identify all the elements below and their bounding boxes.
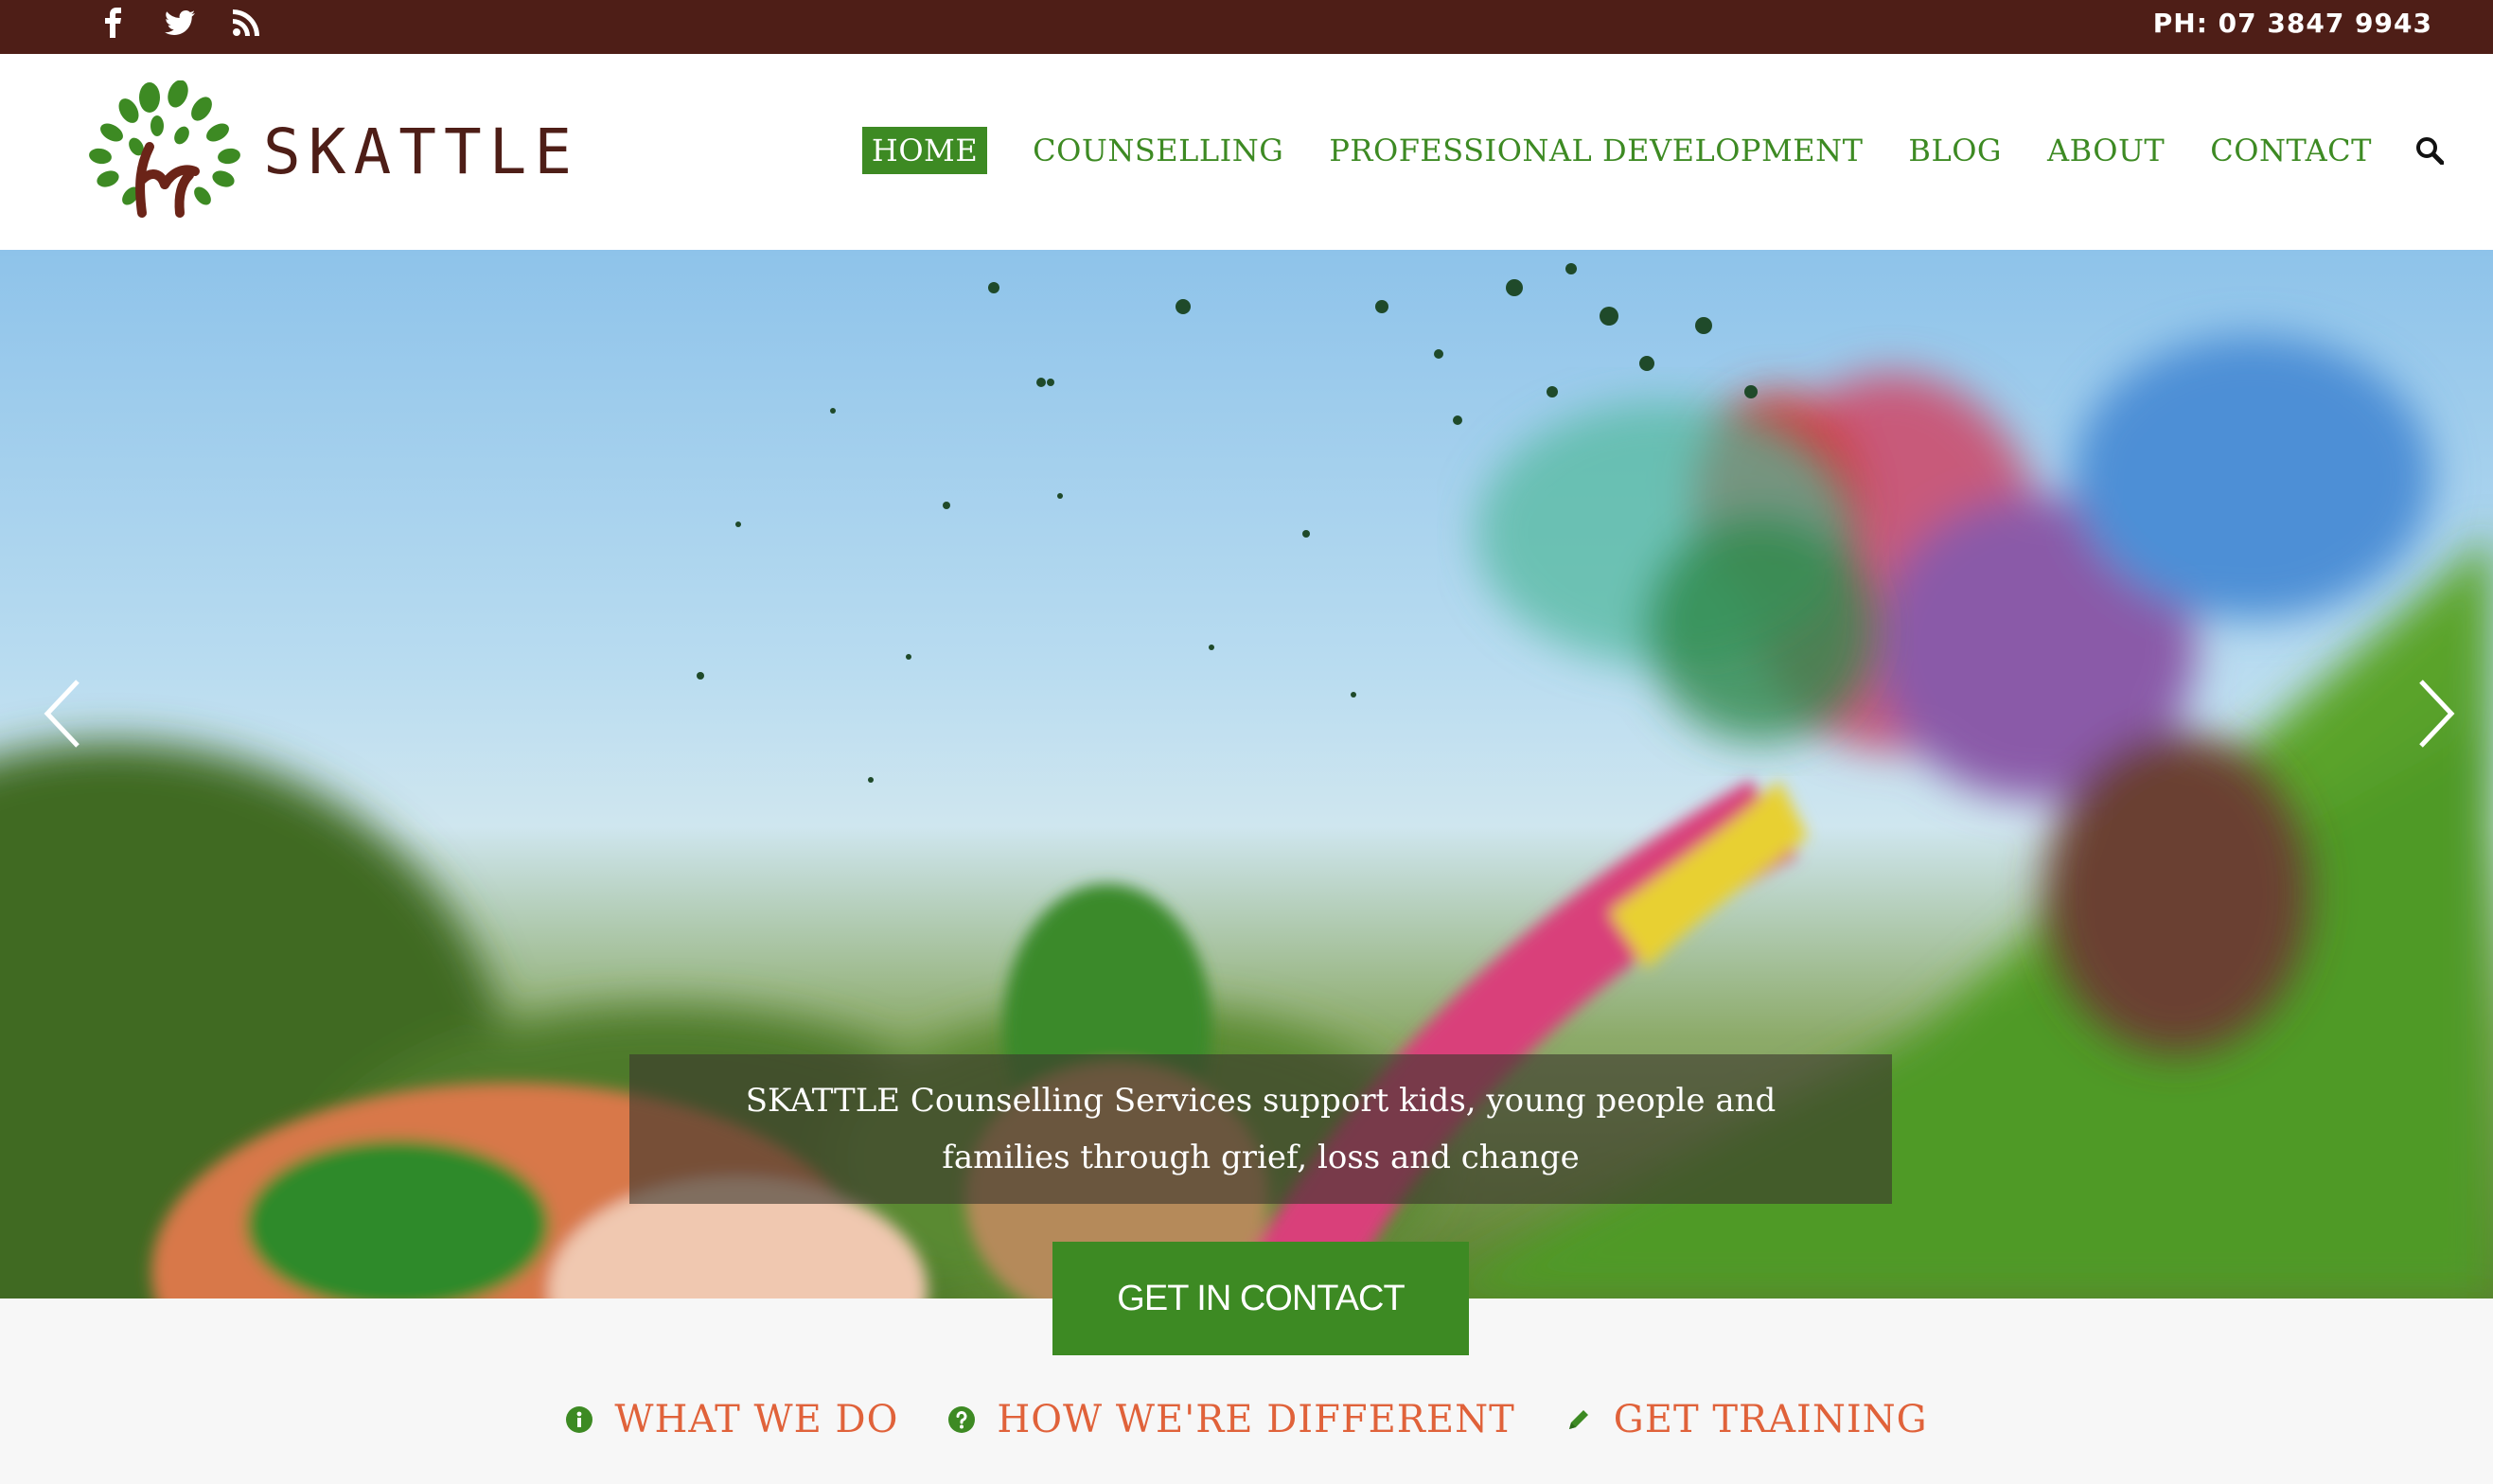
phone-number: PH: 07 3847 9943 bbox=[2152, 8, 2432, 39]
tree-logo-icon bbox=[89, 80, 240, 218]
nav-contact[interactable]: CONTACT bbox=[2210, 132, 2372, 168]
hero-caption-text: SKATTLE Counselling Services support kid… bbox=[745, 1082, 1777, 1176]
tab-what-we-do[interactable]: WHAT WE DO bbox=[565, 1398, 898, 1441]
chevron-left-icon bbox=[44, 680, 80, 748]
nav-about[interactable]: ABOUT bbox=[2047, 132, 2165, 168]
feature-tabs: WHAT WE DO HOW WE'RE DIFFERENT GET TRAIN… bbox=[0, 1382, 2493, 1458]
tab-get-training[interactable]: GET TRAINING bbox=[1565, 1398, 1928, 1441]
pencil-icon bbox=[1565, 1405, 1593, 1434]
tab-label: WHAT WE DO bbox=[614, 1398, 899, 1441]
hero-caption: SKATTLE Counselling Services support kid… bbox=[629, 1054, 1892, 1204]
main-nav: HOME COUNSELLING PROFESSIONAL DEVELOPMEN… bbox=[861, 127, 2446, 174]
facebook-icon[interactable] bbox=[97, 6, 131, 40]
site-header: SKATTLE HOME COUNSELLING PROFESSIONAL DE… bbox=[0, 54, 2493, 250]
top-bar: PH: 07 3847 9943 bbox=[0, 0, 2493, 54]
nav-professional-development[interactable]: PROFESSIONAL DEVELOPMENT bbox=[1329, 132, 1863, 168]
social-links bbox=[97, 6, 263, 40]
prev-slide-button[interactable] bbox=[34, 666, 91, 761]
chevron-right-icon bbox=[2419, 680, 2455, 748]
search-icon[interactable] bbox=[2413, 134, 2446, 167]
nav-home[interactable]: HOME bbox=[861, 127, 988, 174]
tab-label: GET TRAINING bbox=[1613, 1398, 1928, 1441]
tab-label: HOW WE'RE DIFFERENT bbox=[997, 1398, 1515, 1441]
tab-how-were-different[interactable]: HOW WE'RE DIFFERENT bbox=[947, 1398, 1514, 1441]
logo-text: SKATTLE bbox=[263, 115, 580, 188]
info-icon bbox=[565, 1405, 593, 1434]
rss-icon[interactable] bbox=[229, 6, 263, 40]
next-slide-button[interactable] bbox=[2408, 666, 2465, 761]
question-icon bbox=[947, 1405, 976, 1434]
nav-blog[interactable]: BLOG bbox=[1908, 132, 2002, 168]
nav-counselling[interactable]: COUNSELLING bbox=[1033, 132, 1283, 168]
hero-slider: SKATTLE Counselling Services support kid… bbox=[0, 250, 2493, 1298]
site-logo[interactable]: SKATTLE bbox=[83, 80, 579, 222]
get-in-contact-button[interactable]: GET IN CONTACT bbox=[1052, 1242, 1469, 1355]
twitter-icon[interactable] bbox=[163, 6, 197, 40]
